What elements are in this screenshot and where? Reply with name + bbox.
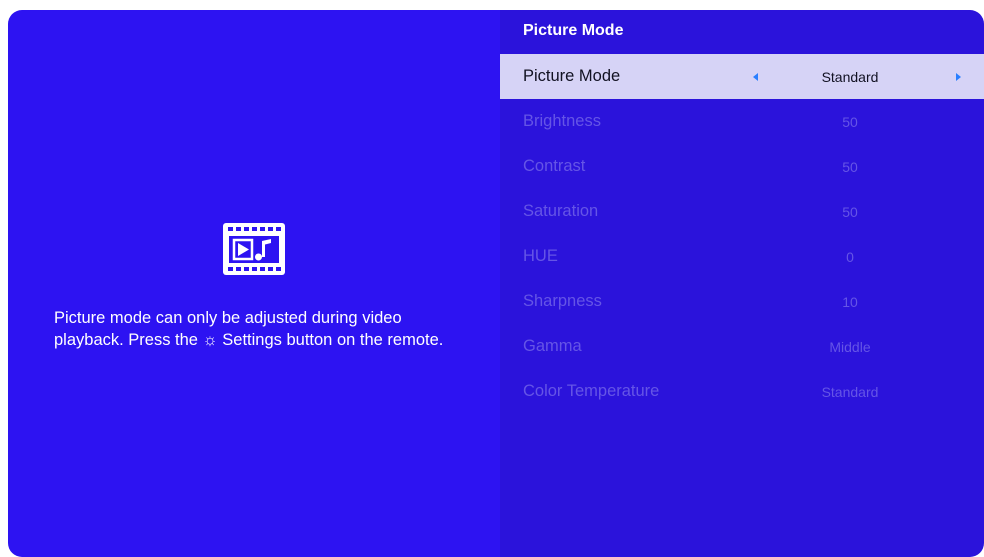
picture-settings-panel: Picture Mode Picture Mode Standard Brigh…: [500, 10, 984, 557]
menu-item-value: 50: [842, 113, 858, 130]
info-panel: Picture mode can only be adjusted during…: [8, 10, 500, 557]
arrow-right-icon[interactable]: [956, 72, 961, 81]
menu-item-value: Standard: [821, 68, 879, 85]
menu-item-label: HUE: [523, 247, 558, 265]
info-message: Picture mode can only be adjusted during…: [54, 309, 444, 349]
settings-screen: Picture mode can only be adjusted during…: [8, 10, 984, 557]
menu-item-contrast[interactable]: Contrast 50: [500, 144, 984, 189]
menu-item-value: Standard: [821, 383, 879, 400]
menu-item-hue[interactable]: HUE 0: [500, 234, 984, 279]
menu-item-color-temperature[interactable]: Color Temperature Standard: [500, 369, 984, 414]
menu-item-label: Saturation: [523, 202, 599, 220]
menu-item-label: Contrast: [523, 157, 586, 175]
menu-item-label: Sharpness: [523, 292, 602, 310]
menu-item-value: 50: [842, 158, 858, 175]
menu-item-picture-mode[interactable]: Picture Mode Standard: [500, 54, 984, 99]
menu-item-sharpness[interactable]: Sharpness 10: [500, 279, 984, 324]
menu-item-label: Picture Mode: [523, 67, 621, 85]
menu-item-saturation[interactable]: Saturation 50: [500, 189, 984, 234]
panel-title: Picture Mode: [523, 22, 624, 39]
menu-item-value: 50: [842, 203, 858, 220]
menu-item-value: 10: [842, 293, 858, 310]
menu-item-brightness[interactable]: Brightness 50: [500, 99, 984, 144]
menu-item-label: Color Temperature: [523, 382, 660, 400]
menu-item-label: Gamma: [523, 337, 582, 355]
menu-item-value: Middle: [829, 338, 871, 355]
picture-settings-menu: Picture Mode Standard Brightness 50 Cont…: [500, 54, 984, 414]
arrow-left-icon[interactable]: [753, 72, 758, 81]
menu-item-value: 0: [846, 248, 854, 265]
menu-item-label: Brightness: [523, 112, 601, 130]
video-film-icon: [223, 223, 285, 275]
menu-item-gamma[interactable]: Gamma Middle: [500, 324, 984, 369]
